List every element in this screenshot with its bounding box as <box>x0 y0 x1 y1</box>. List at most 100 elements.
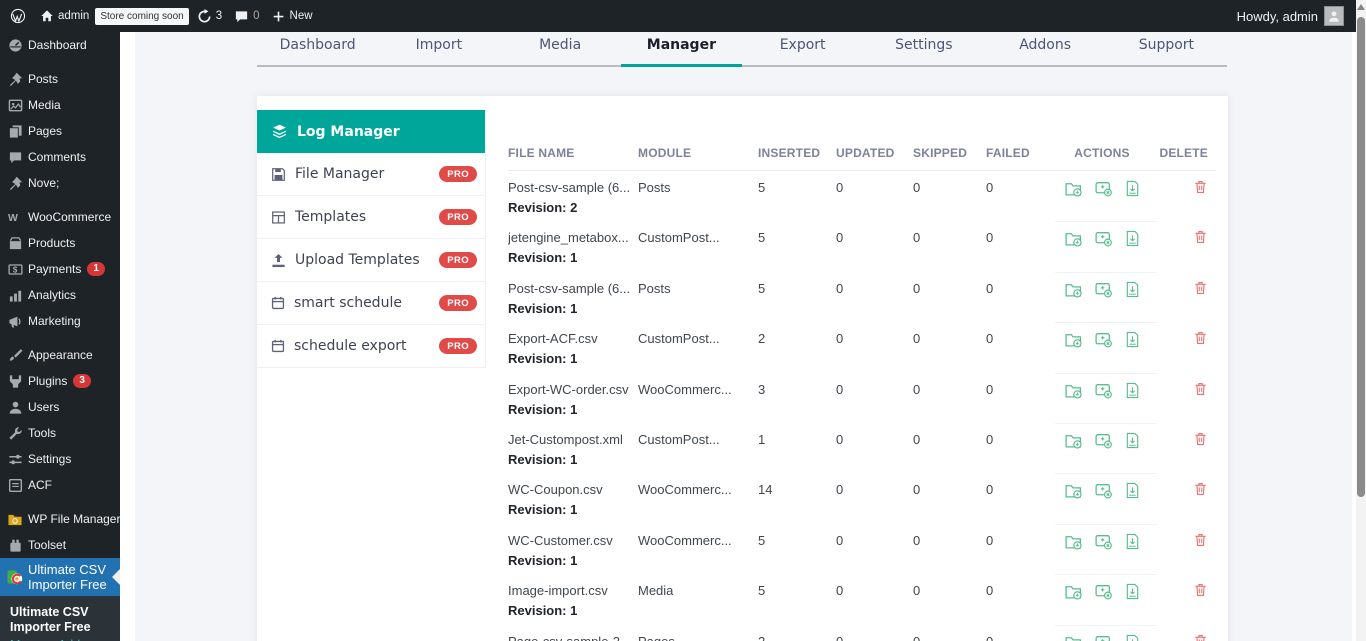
sidebar-item-products[interactable]: Products <box>0 230 120 256</box>
trash-icon[interactable] <box>1193 330 1208 372</box>
trash-icon[interactable] <box>1193 381 1208 423</box>
tab-export[interactable]: Export <box>742 32 863 65</box>
remove-media-icon[interactable] <box>1094 633 1113 641</box>
sidebar-item-label: Products <box>28 236 75 250</box>
updates-menu[interactable]: 3 <box>191 0 228 32</box>
log-file-icon[interactable] <box>1124 179 1141 221</box>
download-log-icon[interactable] <box>1064 229 1083 271</box>
submenu-item-csv-importer[interactable]: Ultimate CSV Importer Free <box>0 605 120 635</box>
trash-icon[interactable] <box>1193 431 1208 473</box>
sidebar-item-media[interactable]: Media <box>0 92 120 118</box>
sidebar-item-dashboard[interactable]: Dashboard <box>0 32 120 58</box>
remove-media-icon[interactable] <box>1094 431 1113 473</box>
download-log-icon[interactable] <box>1064 381 1083 423</box>
cell-inserted: 5 <box>758 221 836 271</box>
sidebar-item-posts[interactable]: Posts <box>0 66 120 92</box>
log-file-icon[interactable] <box>1124 633 1141 641</box>
count-badge: 3 <box>73 374 91 388</box>
sidebar-item-acf[interactable]: ACF <box>0 472 120 498</box>
remove-media-icon[interactable] <box>1094 280 1113 322</box>
user-avatar[interactable] <box>1324 6 1344 26</box>
comments-menu[interactable]: 0 <box>228 0 265 32</box>
trash-icon[interactable] <box>1193 633 1208 641</box>
log-file-icon[interactable] <box>1124 481 1141 523</box>
sidebar-item-toolset[interactable]: Toolset <box>0 532 120 558</box>
download-log-icon[interactable] <box>1064 582 1083 624</box>
pro-badge: PRO <box>439 209 477 225</box>
remove-media-icon[interactable] <box>1094 330 1113 372</box>
sidebar-item-settings[interactable]: Settings <box>0 446 120 472</box>
submenu-item-manage-addons[interactable]: Manage Add-ons <box>0 635 120 641</box>
cell-updated: 0 <box>836 574 913 624</box>
panel-nav-file-manager[interactable]: File ManagerPRO <box>257 153 485 196</box>
tab-addons[interactable]: Addons <box>985 32 1106 65</box>
cell-skipped: 0 <box>913 625 986 641</box>
sidebar-item-payments[interactable]: $Payments1 <box>0 256 120 282</box>
sidebar-item-users[interactable]: Users <box>0 394 120 420</box>
sidebar-item-nove[interactable]: Nove; <box>0 170 120 196</box>
panel-nav-log-manager[interactable]: Log Manager <box>257 110 485 153</box>
site-name-menu[interactable]: admin <box>36 0 93 32</box>
sidebar-item-woocommerce[interactable]: WWooCommerce <box>0 204 120 230</box>
download-log-icon[interactable] <box>1064 481 1083 523</box>
sidebar-item-label: ACF <box>28 478 52 492</box>
remove-media-icon[interactable] <box>1094 481 1113 523</box>
trash-icon[interactable] <box>1193 280 1208 322</box>
log-file-icon[interactable] <box>1124 229 1141 271</box>
sidebar-item-plugins[interactable]: Plugins3 <box>0 368 120 394</box>
tab-import[interactable]: Import <box>378 32 499 65</box>
wordpress-logo-icon[interactable] <box>0 0 36 32</box>
sidebar-item-analytics[interactable]: Analytics <box>0 282 120 308</box>
scrollbar-thumb[interactable] <box>1357 17 1365 497</box>
panel-nav-upload-templates[interactable]: Upload TemplatesPRO <box>257 239 485 282</box>
scrollbar-up-arrow[interactable] <box>1357 4 1365 10</box>
download-log-icon[interactable] <box>1064 532 1083 574</box>
log-row: Page-csv-sample-2Revision: 1Pages2000 <box>508 625 1216 641</box>
page-scrollbar[interactable] <box>1356 0 1366 641</box>
log-file-icon[interactable] <box>1124 431 1141 473</box>
panel-nav-smart-schedule[interactable]: smart schedulePRO <box>257 282 485 325</box>
download-log-icon[interactable] <box>1064 431 1083 473</box>
sidebar-item-pages[interactable]: Pages <box>0 118 120 144</box>
log-row: Export-WC-order.csvRevision: 1WooCommerc… <box>508 373 1216 423</box>
panel-nav-templates[interactable]: TemplatesPRO <box>257 196 485 239</box>
panel-nav-schedule-export[interactable]: schedule exportPRO <box>257 325 485 368</box>
log-file-icon[interactable] <box>1124 532 1141 574</box>
log-file-icon[interactable] <box>1124 330 1141 372</box>
trash-icon[interactable] <box>1193 582 1208 624</box>
csv-importer-submenu: Ultimate CSV Importer Free Manage Add-on… <box>0 596 120 641</box>
sidebar-item-appearance[interactable]: Appearance <box>0 342 120 368</box>
sidebar-item-wp-file-manager[interactable]: WP File Manager <box>0 506 120 532</box>
sidebar-item-marketing[interactable]: Marketing <box>0 308 120 334</box>
sidebar-item-ultimate-csv-importer-free[interactable]: Ultimate CSV Importer Free <box>0 558 120 596</box>
log-file-icon[interactable] <box>1124 280 1141 322</box>
trash-icon[interactable] <box>1193 532 1208 574</box>
new-content-menu[interactable]: New <box>266 0 319 32</box>
log-file-icon[interactable] <box>1124 381 1141 423</box>
sidebar-item-comments[interactable]: Comments <box>0 144 120 170</box>
remove-media-icon[interactable] <box>1094 582 1113 624</box>
remove-media-icon[interactable] <box>1094 179 1113 221</box>
trash-icon[interactable] <box>1193 481 1208 523</box>
tab-dashboard[interactable]: Dashboard <box>257 32 378 65</box>
download-log-icon[interactable] <box>1064 179 1083 221</box>
download-log-icon[interactable] <box>1064 633 1083 641</box>
tab-settings[interactable]: Settings <box>863 32 984 65</box>
cell-inserted: 2 <box>758 322 836 372</box>
cell-inserted: 2 <box>758 625 836 641</box>
remove-media-icon[interactable] <box>1094 229 1113 271</box>
download-log-icon[interactable] <box>1064 330 1083 372</box>
tab-media[interactable]: Media <box>500 32 621 65</box>
log-file-icon[interactable] <box>1124 582 1141 624</box>
download-log-icon[interactable] <box>1064 280 1083 322</box>
remove-media-icon[interactable] <box>1094 532 1113 574</box>
tab-manager[interactable]: Manager <box>621 32 742 65</box>
cell-delete <box>1142 473 1216 523</box>
trash-icon[interactable] <box>1193 179 1208 221</box>
store-coming-soon-badge[interactable]: Store coming soon <box>95 8 188 25</box>
tab-support[interactable]: Support <box>1106 32 1227 65</box>
trash-icon[interactable] <box>1193 229 1208 271</box>
remove-media-icon[interactable] <box>1094 381 1113 423</box>
sidebar-item-tools[interactable]: Tools <box>0 420 120 446</box>
howdy-user[interactable]: Howdy, admin <box>1237 9 1318 24</box>
